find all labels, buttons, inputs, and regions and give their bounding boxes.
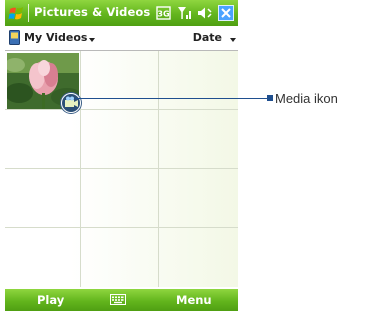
svg-text:3G: 3G bbox=[157, 10, 169, 19]
app-title: Pictures & Videos bbox=[34, 5, 151, 19]
folder-dropdown[interactable]: My Videos bbox=[24, 31, 87, 44]
menu-softkey[interactable]: Menu bbox=[176, 293, 212, 307]
close-icon[interactable] bbox=[218, 5, 234, 21]
grid-cell bbox=[159, 228, 238, 287]
sort-dropdown[interactable]: Date bbox=[193, 31, 222, 44]
soft-key-bar: Play Menu bbox=[5, 289, 238, 311]
grid-cell bbox=[81, 51, 159, 110]
thumbnail-grid bbox=[5, 51, 238, 287]
folder-bar: My Videos Date bbox=[5, 26, 238, 51]
grid-cell-video[interactable] bbox=[5, 51, 81, 113]
windows-flag-icon[interactable] bbox=[8, 4, 26, 22]
grid-cell bbox=[5, 228, 81, 287]
signal-strength-icon[interactable] bbox=[177, 5, 193, 21]
play-softkey[interactable]: Play bbox=[37, 293, 64, 307]
grid-cell bbox=[159, 51, 238, 110]
device-screen: Pictures & Videos 3G My Videos Date Play… bbox=[5, 0, 238, 311]
grid-cell bbox=[81, 110, 159, 169]
grid-cell bbox=[159, 110, 238, 169]
chevron-down-icon[interactable] bbox=[89, 38, 95, 42]
grid-cell bbox=[5, 110, 81, 169]
title-bar: Pictures & Videos 3G bbox=[5, 0, 238, 26]
callout-line bbox=[75, 98, 268, 100]
volume-icon[interactable] bbox=[197, 5, 213, 21]
chevron-down-icon[interactable] bbox=[230, 38, 236, 42]
callout-marker bbox=[267, 95, 273, 101]
grid-cell bbox=[5, 169, 81, 228]
phone-storage-icon bbox=[9, 30, 20, 45]
grid-cell bbox=[159, 169, 238, 228]
callout-label: Media ikon bbox=[275, 91, 338, 106]
keyboard-icon[interactable] bbox=[110, 294, 126, 305]
data-connection-icon[interactable]: 3G bbox=[156, 5, 172, 21]
title-separator bbox=[28, 4, 29, 22]
grid-cell bbox=[81, 228, 159, 287]
grid-cell bbox=[81, 169, 159, 228]
